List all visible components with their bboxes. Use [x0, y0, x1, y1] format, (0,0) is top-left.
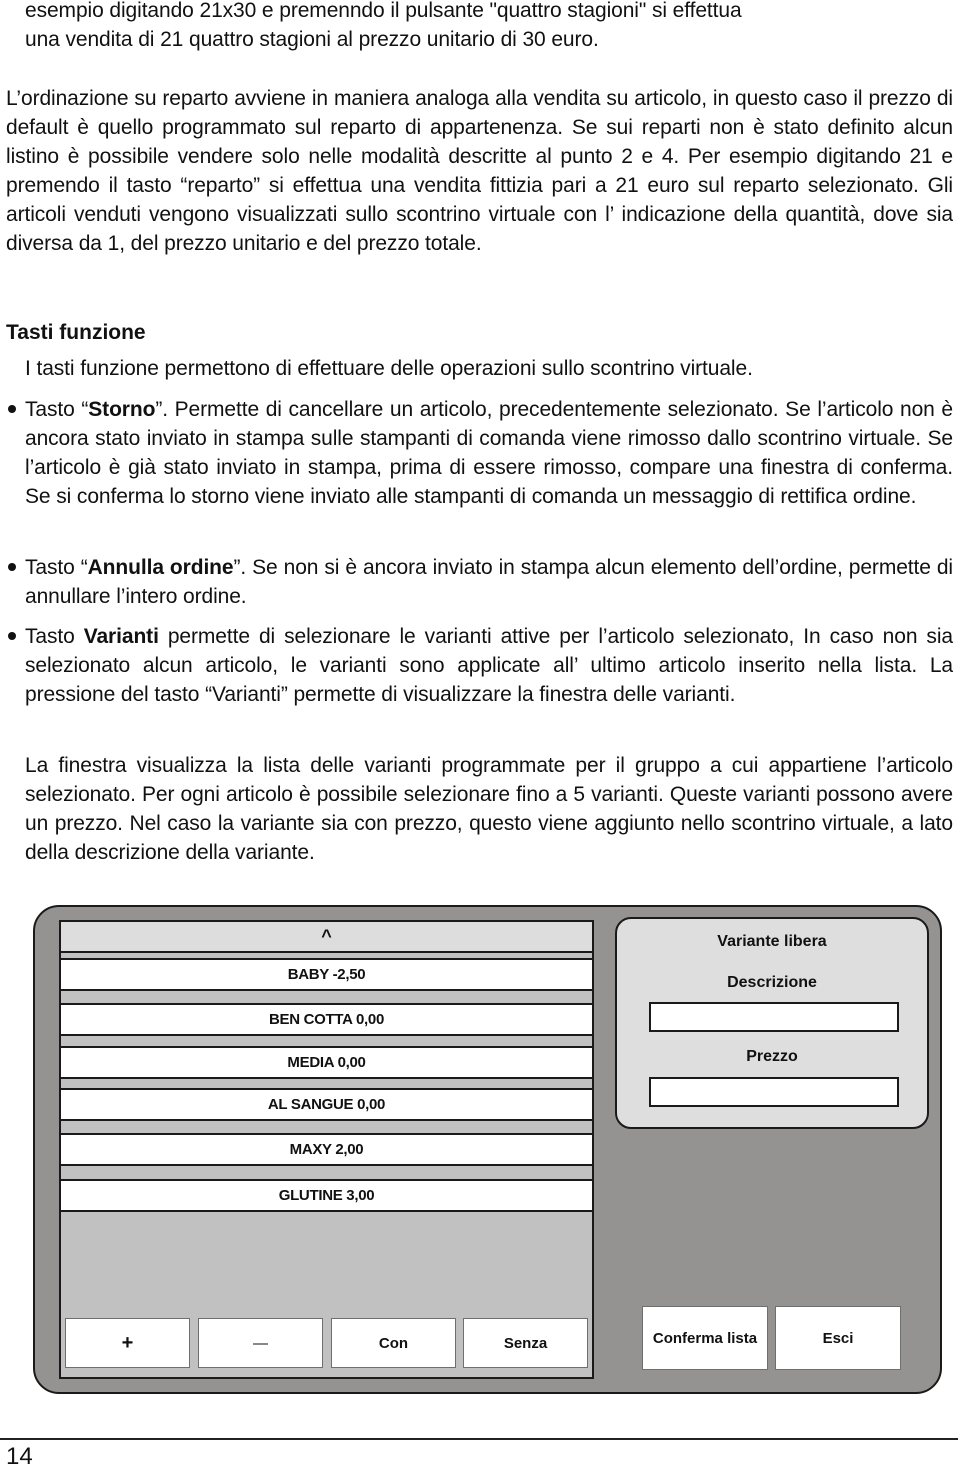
without-button[interactable]: Senza	[463, 1318, 588, 1368]
description-input[interactable]	[649, 1002, 899, 1032]
variant-item[interactable]: BABY -2,50	[61, 958, 592, 991]
bullet-icon	[8, 632, 16, 640]
variant-item[interactable]: AL SANGUE 0,00	[61, 1088, 592, 1121]
paragraph-reparto: L’ordinazione su reparto avviene in mani…	[6, 87, 953, 255]
variant-item[interactable]: BEN COTTA 0,00	[61, 1003, 592, 1036]
plus-button[interactable]: +	[65, 1318, 190, 1368]
bullet-prefix: Tasto “	[25, 556, 88, 579]
scroll-up-button[interactable]: ^	[61, 922, 592, 953]
price-input[interactable]	[649, 1077, 899, 1107]
paragraph-continuation-line-2: una vendita di 21 quattro stagioni al pr…	[25, 28, 599, 51]
price-label: Prezzo	[746, 1048, 798, 1065]
plus-icon: +	[121, 1331, 134, 1354]
page-number: 14	[6, 1443, 33, 1470]
variants-list: ^ BABY -2,50 BEN COTTA 0,00 MEDIA 0,00 A…	[59, 920, 594, 1379]
footer-divider	[0, 1438, 958, 1440]
bullet-text: ”. Permette di cancellare un articolo, p…	[25, 398, 953, 508]
confirm-list-button[interactable]: Conferma lista	[642, 1306, 768, 1370]
bullet-annulla-ordine: Tasto “Annulla ordine”. Se non si è anco…	[25, 553, 953, 611]
free-variant-title: Variante libera	[717, 933, 827, 950]
section-intro: I tasti funzione permettono di effettuar…	[25, 357, 753, 380]
exit-button[interactable]: Esci	[775, 1306, 901, 1370]
variant-item[interactable]: GLUTINE 3,00	[61, 1179, 592, 1212]
bullet-keyword: Varianti	[83, 625, 159, 648]
bullet-icon	[8, 563, 16, 571]
minus-icon: —	[253, 1334, 268, 1352]
paragraph-continuation-line-1: esempio digitando 21x30 e premenndo il p…	[25, 0, 742, 22]
variant-item[interactable]: MEDIA 0,00	[61, 1046, 592, 1079]
chevron-up-icon: ^	[321, 926, 332, 946]
bullet-varianti: Tasto Varianti permette di selezionare l…	[25, 622, 953, 709]
variant-item[interactable]: MAXY 2,00	[61, 1133, 592, 1166]
bullet-text: permette di selezionare le varianti atti…	[25, 625, 953, 706]
section-heading: Tasti funzione	[6, 321, 146, 344]
free-variant-panel: Variante libera Descrizione Prezzo	[615, 917, 929, 1129]
bullet-prefix: Tasto “	[25, 398, 89, 421]
bullet-keyword: Storno	[88, 398, 156, 421]
bullet-icon	[8, 405, 16, 413]
with-button[interactable]: Con	[331, 1318, 456, 1368]
bullet-keyword: Annulla ordine	[87, 556, 234, 579]
description-label: Descrizione	[727, 974, 817, 991]
closing-paragraph: La finestra visualizza la lista delle va…	[25, 754, 953, 864]
bullet-prefix: Tasto	[25, 625, 84, 648]
bullet-storno: Tasto “Storno”. Permette di cancellare u…	[25, 395, 953, 511]
minus-button[interactable]: —	[198, 1318, 323, 1368]
